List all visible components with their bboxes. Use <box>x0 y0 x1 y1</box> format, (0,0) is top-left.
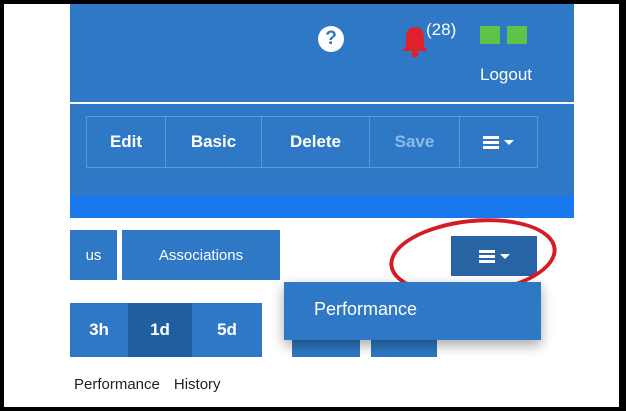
status-indicator <box>507 26 527 44</box>
more-menu-dropdown: Performance <box>284 282 541 340</box>
header-accent-strip <box>70 196 574 218</box>
action-toolbar: Edit Basic Delete Save <box>70 104 574 196</box>
subtab-bar: Performance History <box>74 376 221 393</box>
tab-status[interactable]: us <box>70 230 117 280</box>
app-frame: ? (28) Logout Edit Basic Delete Save us … <box>4 4 619 407</box>
subtab-history[interactable]: History <box>174 376 221 393</box>
subtab-performance[interactable]: Performance <box>74 376 160 393</box>
top-header: ? (28) Logout <box>70 4 574 102</box>
menu-item-performance[interactable]: Performance <box>314 299 417 320</box>
time-range-5d-button[interactable]: 5d <box>192 303 262 357</box>
tab-associations[interactable]: Associations <box>122 230 280 280</box>
logout-link[interactable]: Logout <box>480 65 532 85</box>
basic-button[interactable]: Basic <box>166 117 262 167</box>
edit-button[interactable]: Edit <box>87 117 166 167</box>
time-range-1d-button[interactable]: 1d <box>128 303 192 357</box>
save-button[interactable]: Save <box>370 117 460 167</box>
delete-button[interactable]: Delete <box>262 117 370 167</box>
help-icon[interactable]: ? <box>318 26 344 52</box>
hamburger-icon <box>483 135 499 149</box>
status-indicator <box>480 26 500 44</box>
chevron-down-icon <box>504 139 514 145</box>
toolbar-menu-button[interactable] <box>460 117 537 167</box>
notification-count: (28) <box>426 20 457 39</box>
toolbar-button-group: Edit Basic Delete Save <box>86 116 538 168</box>
time-range-3h-button[interactable]: 3h <box>70 303 128 357</box>
